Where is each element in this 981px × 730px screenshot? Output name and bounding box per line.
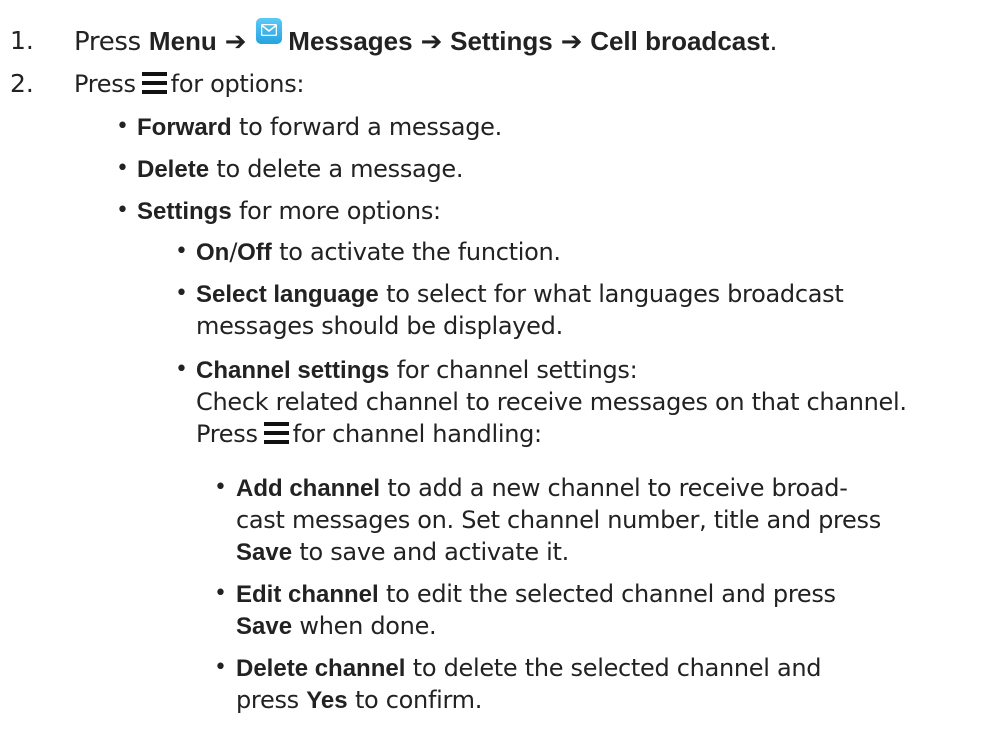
for-options-text: for options: (170, 70, 305, 98)
off-label: Off (237, 239, 272, 266)
delete-channel-option: Delete channel to delete the selected ch… (236, 652, 822, 685)
bullet: • (214, 581, 227, 606)
bullet: • (116, 156, 129, 181)
select-language-label: Select language (196, 281, 379, 308)
step-2-number: 2. (10, 69, 34, 98)
messages-label: Messages (288, 26, 413, 56)
on-off-text: to activate the function. (279, 238, 561, 266)
save-label: Save (236, 613, 293, 640)
forward-option: Forward to forward a message. (137, 111, 502, 144)
edit-channel-text: to edit the selected channel and press (386, 580, 836, 608)
delete-channel-label: Delete channel (236, 655, 406, 682)
menu-icon (263, 422, 289, 444)
bullet: • (214, 475, 227, 500)
slash: / (229, 238, 238, 266)
delete-text: to delete a message. (216, 155, 464, 183)
edit-channel-label: Edit channel (236, 581, 379, 608)
bullet: • (116, 198, 129, 223)
add-channel-label: Add channel (236, 475, 381, 502)
channel-handling-line: Press for channel handling: (196, 418, 542, 450)
on-off-option: On/Off to activate the function. (196, 236, 561, 269)
step-1-text: Press Menu ➔ Messages ➔ Settings ➔ Cell broadc… (74, 18, 778, 58)
press-text: Press (196, 420, 258, 448)
step-2-text: Press for options: (74, 68, 304, 100)
bullet: • (214, 655, 227, 680)
channel-handling-text: for channel handling: (292, 420, 542, 448)
settings-label: Settings (137, 198, 232, 225)
add-channel-save-line: Save to save and activate it. (236, 536, 569, 569)
edit-channel-option: Edit channel to edit the selected channe… (236, 578, 836, 611)
channel-settings-text: for channel settings: (396, 356, 638, 384)
confirm-text: to confirm. (354, 686, 483, 714)
message-icon (256, 18, 283, 44)
delete-channel-text: to delete the selected channel and (412, 654, 822, 682)
save-label: Save (236, 539, 293, 566)
channel-settings-label: Channel settings (196, 357, 390, 384)
select-language-option: Select language to select for what langu… (196, 278, 844, 311)
forward-label: Forward (137, 114, 232, 141)
menu-icon (141, 72, 167, 94)
press-text: Press (74, 27, 141, 57)
cell-broadcast-label: Cell broadcast (590, 26, 770, 56)
bullet: • (175, 357, 188, 382)
channel-settings-option: Channel settings for channel settings: (196, 354, 638, 387)
delete-label: Delete (137, 156, 210, 183)
add-channel-save-text: to save and activate it. (299, 538, 569, 566)
forward-text: to forward a message. (239, 113, 502, 141)
check-related-text: Check related channel to receive message… (196, 388, 907, 416)
on-label: On (196, 239, 230, 266)
add-channel-text: to add a new channel to receive broad- (387, 474, 848, 502)
add-channel-continuation: cast messages on. Set channel number, ti… (236, 506, 881, 534)
settings-label: Settings (450, 26, 553, 56)
edit-channel-done-text: when done. (299, 612, 437, 640)
arrow-icon: ➔ (420, 27, 443, 57)
settings-option: Settings for more options: (137, 195, 441, 228)
bullet: • (116, 114, 129, 139)
menu-label: Menu (148, 26, 217, 56)
arrow-icon: ➔ (560, 27, 583, 57)
edit-channel-save-line: Save when done. (236, 610, 437, 643)
arrow-icon: ➔ (224, 27, 247, 57)
bullet: • (175, 239, 188, 264)
period: . (769, 27, 778, 57)
select-language-continuation: messages should be displayed. (196, 312, 563, 340)
delete-channel-confirm-line: press Yes to confirm. (236, 684, 482, 717)
delete-option: Delete to delete a message. (137, 153, 463, 186)
yes-label: Yes (306, 687, 348, 714)
press-text: Press (74, 70, 136, 98)
select-language-text: to select for what languages broadcast (386, 280, 844, 308)
step-1-number: 1. (10, 26, 34, 55)
add-channel-option: Add channel to add a new channel to rece… (236, 472, 848, 505)
press-text: press (236, 686, 299, 714)
settings-text: for more options: (239, 197, 441, 225)
bullet: • (175, 281, 188, 306)
